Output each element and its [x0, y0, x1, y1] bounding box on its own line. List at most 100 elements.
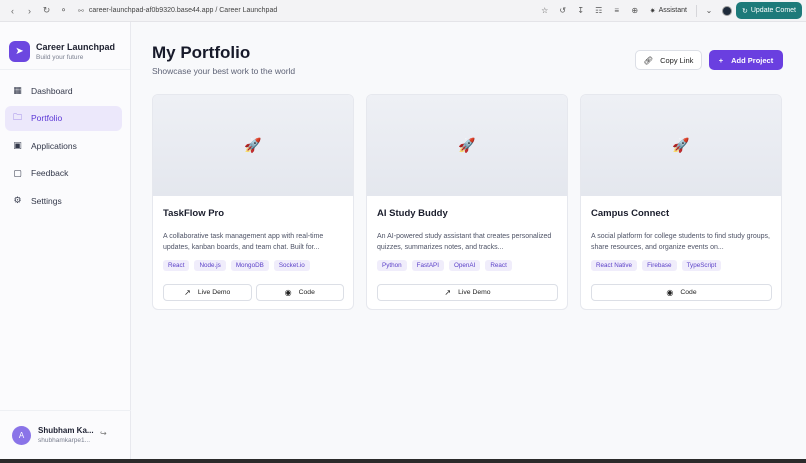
- live-demo-button[interactable]: ↗ Live Demo: [377, 284, 558, 301]
- avatar: A: [12, 425, 31, 445]
- plus-icon: +: [718, 55, 724, 65]
- main-content: My Portfolio Showcase your best work to …: [131, 22, 806, 459]
- github-icon: ◉: [284, 288, 292, 297]
- project-description: An AI-powered study assistant that creat…: [377, 233, 552, 251]
- taskbar-edge: [0, 459, 806, 463]
- sidebar: ➤ Career Launchpad Build your future ▦ D…: [0, 22, 131, 459]
- sidebar-item-label: Feedback: [31, 168, 69, 179]
- page-subtitle: Showcase your best work to the world: [152, 66, 296, 76]
- microphone-icon[interactable]: ⚬: [55, 2, 72, 20]
- share-icon[interactable]: ↺: [554, 2, 572, 20]
- rocket-icon: 🚀: [458, 137, 476, 153]
- sidebar-item-label: Dashboard: [31, 85, 73, 96]
- tech-tag: Python: [377, 260, 407, 271]
- extension-icon[interactable]: ☶: [590, 2, 608, 20]
- toolbar-divider: [695, 4, 697, 17]
- external-link-icon: ↗: [444, 288, 452, 297]
- page-title: My Portfolio: [152, 43, 251, 62]
- link-icon: 🔗︎: [643, 55, 654, 65]
- tag-list: Python FastAPI OpenAI React: [377, 260, 512, 271]
- external-link-icon: ↗: [184, 288, 191, 297]
- tech-tag: React: [485, 260, 512, 271]
- message-icon: ▢: [13, 167, 22, 178]
- logout-icon[interactable]: ↪: [100, 429, 107, 438]
- back-icon[interactable]: ‹: [4, 2, 21, 20]
- tech-tag: Firebase: [642, 260, 677, 271]
- tech-tag: MongoDB: [230, 260, 269, 271]
- project-title: AI Study Buddy: [377, 208, 448, 219]
- project-card-ai-study-buddy[interactable]: 🚀 AI Study Buddy An AI-powered study ass…: [366, 94, 568, 310]
- add-project-button[interactable]: + Add Project: [709, 50, 783, 70]
- sidebar-item-dashboard[interactable]: ▦ Dashboard: [5, 78, 122, 103]
- crosshair-icon[interactable]: ⊕: [626, 2, 644, 20]
- sidebar-item-label: Settings: [31, 195, 62, 206]
- code-label: Code: [680, 289, 697, 296]
- github-icon: ◉: [666, 288, 674, 297]
- tech-tag: Node.js: [194, 260, 226, 271]
- user-email: shubhamkarpe1...: [38, 437, 91, 444]
- brand-subtitle: Build your future: [36, 54, 84, 61]
- tag-list: React Native Firebase TypeScript: [591, 260, 722, 271]
- project-thumbnail: 🚀: [581, 95, 781, 196]
- project-title: TaskFlow Pro: [163, 208, 225, 219]
- tag-list: React Node.js MongoDB Socket.io: [163, 260, 310, 271]
- project-thumbnail: 🚀: [367, 95, 567, 196]
- site-info-icon[interactable]: ⚯: [78, 7, 84, 15]
- download-icon[interactable]: ↧: [572, 2, 590, 20]
- live-demo-button[interactable]: ↗ Live Demo: [163, 284, 252, 301]
- chevron-down-icon[interactable]: ⌄: [700, 2, 718, 20]
- forward-icon[interactable]: ›: [21, 2, 38, 20]
- sidebar-item-feedback[interactable]: ▢ Feedback: [5, 161, 122, 186]
- project-thumbnail: 🚀: [153, 95, 353, 196]
- assistant-button[interactable]: ✷ Assistant: [644, 7, 693, 15]
- copy-link-label: Copy Link: [660, 55, 694, 65]
- brand-title: Career Launchpad: [36, 42, 116, 52]
- sidebar-item-label: Portfolio: [31, 113, 63, 124]
- live-demo-label: Live Demo: [197, 289, 231, 296]
- browser-toolbar: ‹ › ↻ ⚬ ⚯ career-launchpad-af0b9320.base…: [0, 0, 806, 22]
- grid-icon: ▦: [13, 85, 22, 95]
- add-project-label: Add Project: [731, 55, 774, 65]
- project-description: A social platform for college students t…: [591, 233, 770, 251]
- tech-tag: TypeScript: [681, 260, 722, 271]
- address-bar[interactable]: ⚯ career-launchpad-af0b9320.base44.app /…: [78, 7, 277, 15]
- tech-tag: React Native: [591, 260, 638, 271]
- menu-lines-icon[interactable]: ≡: [608, 2, 626, 20]
- assistant-label: Assistant: [658, 7, 687, 14]
- refresh-icon: ↻: [741, 7, 748, 15]
- brand[interactable]: ➤ Career Launchpad Build your future: [0, 22, 130, 70]
- gear-icon: ⚙: [13, 195, 22, 206]
- url-text: career-launchpad-af0b9320.base44.app / C…: [88, 7, 278, 14]
- project-description: A collaborative task management app with…: [163, 233, 324, 251]
- sidebar-item-settings[interactable]: ⚙ Settings: [5, 188, 122, 213]
- code-button[interactable]: ◉ Code: [591, 284, 772, 301]
- tech-tag: OpenAI: [449, 260, 481, 271]
- user-profile[interactable]: A Shubham Ka... shubhamkarpe1... ↪: [0, 410, 131, 459]
- copy-link-button[interactable]: 🔗︎ Copy Link: [635, 50, 702, 70]
- live-demo-label: Live Demo: [458, 289, 491, 296]
- update-button[interactable]: ↻ Update Comet: [735, 2, 802, 19]
- reload-icon[interactable]: ↻: [38, 2, 55, 20]
- bookmark-star-icon[interactable]: ☆: [536, 2, 554, 20]
- tech-tag: FastAPI: [411, 260, 445, 271]
- sidebar-item-label: Applications: [31, 140, 77, 151]
- code-button[interactable]: ◉ Code: [255, 284, 344, 301]
- code-label: Code: [298, 289, 315, 296]
- tech-tag: Socket.io: [273, 260, 310, 271]
- sidebar-nav: ▦ Dashboard 🗀 Portfolio ▣ Applications ▢…: [0, 70, 130, 213]
- rocket-icon: 🚀: [672, 137, 690, 153]
- folder-icon: 🗀: [12, 112, 22, 123]
- user-name: Shubham Ka...: [38, 426, 94, 435]
- rocket-icon: 🚀: [244, 137, 262, 153]
- project-card-taskflow[interactable]: 🚀 TaskFlow Pro A collaborative task mana…: [152, 94, 354, 310]
- tech-tag: React: [163, 260, 190, 271]
- update-label: Update Comet: [750, 7, 796, 14]
- profile-avatar[interactable]: [721, 5, 732, 16]
- briefcase-icon: ▣: [13, 140, 22, 151]
- project-card-campus-connect[interactable]: 🚀 Campus Connect A social platform for c…: [580, 94, 782, 310]
- project-title: Campus Connect: [591, 208, 670, 219]
- assistant-icon: ✷: [649, 7, 656, 15]
- rocket-icon: ➤: [9, 41, 30, 62]
- sidebar-item-portfolio[interactable]: 🗀 Portfolio: [5, 105, 122, 131]
- sidebar-item-applications[interactable]: ▣ Applications: [5, 133, 122, 158]
